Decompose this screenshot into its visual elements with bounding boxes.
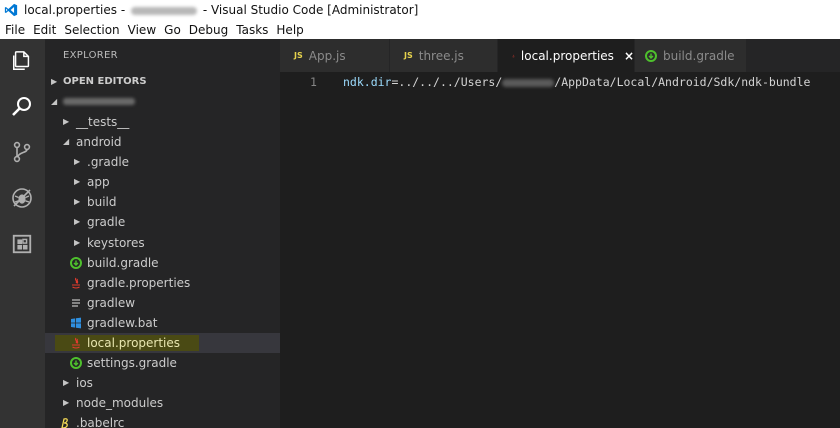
- line-number: 1: [310, 75, 317, 89]
- tree-item-label: keystores: [87, 235, 145, 250]
- tree-item-label: gradlew.bat: [87, 315, 158, 330]
- tree-folder-ios[interactable]: ▶ ios: [45, 373, 280, 393]
- tree-folder-android[interactable]: ◢ android: [45, 132, 280, 152]
- window-title-suffix: - Visual Studio Code [Administrator]: [202, 3, 419, 17]
- chevron-right-icon: ▶: [63, 398, 70, 408]
- chevron-right-icon: ▶: [74, 197, 81, 207]
- code-line[interactable]: 1 ndk.dir=../../../Users//AppData/Local/…: [280, 72, 840, 92]
- tree-item-label: android: [76, 135, 122, 150]
- menu-view[interactable]: View: [124, 23, 160, 37]
- explorer-icon[interactable]: [8, 47, 36, 75]
- tab-app-js[interactable]: JS App.js: [280, 39, 390, 72]
- menu-selection[interactable]: Selection: [60, 23, 123, 37]
- tab-local-properties[interactable]: local.properties ×: [498, 39, 635, 72]
- chevron-down-icon: ◢: [51, 97, 58, 106]
- tree-item-label: settings.gradle: [87, 356, 177, 371]
- menu-bar: File Edit Selection View Go Debug Tasks …: [0, 20, 840, 39]
- tree-item-label: __tests__: [76, 115, 130, 129]
- chevron-right-icon: ▶: [63, 378, 70, 388]
- menu-file[interactable]: File: [0, 23, 29, 37]
- activity-bar: [0, 39, 45, 428]
- tree-item-label: gradle.properties: [87, 275, 191, 290]
- js-file-icon: JS: [404, 51, 413, 60]
- menu-tasks[interactable]: Tasks: [232, 23, 272, 37]
- chevron-right-icon: ▶: [74, 237, 81, 247]
- editor-tabs: JS App.js JS three.js local.properties ×…: [280, 39, 840, 72]
- open-editors-label: OPEN EDITORS: [63, 76, 147, 87]
- js-file-icon: JS: [294, 51, 303, 60]
- gradle-icon: [70, 256, 82, 269]
- tab-label: three.js: [418, 48, 464, 63]
- java-properties-icon: [72, 337, 80, 349]
- extensions-icon[interactable]: [8, 230, 36, 258]
- tree-file-build-gradle[interactable]: build.gradle: [45, 253, 280, 273]
- tree-folder-keystores[interactable]: ▶ keystores: [45, 233, 280, 253]
- chevron-right-icon: ▶: [74, 157, 81, 167]
- tree-file-local-properties[interactable]: local.properties: [45, 333, 280, 354]
- open-editors-section[interactable]: ▶ OPEN EDITORS: [45, 72, 280, 92]
- tree-folder-dot-gradle[interactable]: ▶ .gradle: [45, 152, 280, 172]
- tree-file-settings-gradle[interactable]: settings.gradle: [45, 353, 280, 373]
- java-properties-icon: [72, 277, 80, 289]
- editor-area: JS App.js JS three.js local.properties ×…: [280, 39, 840, 428]
- redacted-username: [502, 78, 555, 87]
- redacted-workspace-name: [130, 6, 197, 15]
- tree-item-label: ios: [76, 376, 93, 391]
- chevron-right-icon: ▶: [74, 177, 81, 187]
- menu-help[interactable]: Help: [272, 23, 307, 37]
- tree-file-gradle-properties[interactable]: gradle.properties: [45, 273, 280, 293]
- chevron-right-icon: ▶: [51, 77, 58, 86]
- tree-item-label: local.properties: [87, 336, 181, 351]
- tree-file-gradlew[interactable]: gradlew: [45, 293, 280, 313]
- tree-item-label: build: [87, 195, 117, 210]
- tree-item-label: node_modules: [76, 396, 164, 411]
- babel-icon: [61, 418, 68, 428]
- debug-icon[interactable]: [8, 184, 36, 212]
- tab-three-js[interactable]: JS three.js: [390, 39, 498, 72]
- tree-item-label: .gradle: [87, 155, 130, 170]
- close-icon[interactable]: ×: [624, 49, 634, 63]
- tree-item-label: .babelrc: [76, 416, 125, 428]
- tree-folder-tests[interactable]: ▶ __tests__: [45, 112, 280, 132]
- tree-item-label: gradle: [87, 215, 126, 230]
- gradle-icon: [645, 49, 657, 62]
- workspace-section[interactable]: ◢: [45, 92, 280, 112]
- menu-go[interactable]: Go: [160, 23, 185, 37]
- tree-folder-gradle[interactable]: ▶ gradle: [45, 212, 280, 232]
- chevron-right-icon: ▶: [63, 117, 70, 126]
- window-title: local.properties - - Visual Studio Code …: [24, 3, 418, 17]
- vscode-logo-icon: [4, 3, 18, 17]
- property-value-end: /AppData/Local/Android/Sdk/ndk-bundle: [554, 75, 811, 89]
- tab-label: App.js: [308, 48, 346, 63]
- windows-icon: [71, 317, 81, 329]
- tree-item-label: build.gradle: [87, 255, 159, 270]
- text-lines-icon: [72, 299, 80, 307]
- property-key: ndk.dir: [343, 75, 392, 89]
- chevron-right-icon: ▶: [74, 217, 81, 227]
- menu-debug[interactable]: Debug: [185, 23, 232, 37]
- search-icon[interactable]: [8, 93, 36, 121]
- tree-file-gradlew-bat[interactable]: gradlew.bat: [45, 313, 280, 333]
- tab-label: local.properties: [520, 48, 614, 63]
- tab-build-gradle[interactable]: build.gradle: [635, 39, 747, 72]
- java-properties-icon: [512, 54, 515, 57]
- property-value-start: ../../../Users/: [398, 75, 503, 89]
- tree-item-label: gradlew: [87, 295, 136, 310]
- tree-folder-app[interactable]: ▶ app: [45, 172, 280, 192]
- tree-item-label: app: [87, 175, 110, 190]
- tree-file-babelrc[interactable]: .babelrc: [45, 413, 280, 428]
- explorer-sidebar: EXPLORER ▶ OPEN EDITORS ◢ ▶ __tests__ ◢ …: [45, 39, 280, 428]
- title-bar: local.properties - - Visual Studio Code …: [0, 0, 840, 20]
- line-text[interactable]: ndk.dir=../../../Users//AppData/Local/An…: [343, 72, 810, 92]
- tab-label: build.gradle: [663, 48, 735, 63]
- menu-edit[interactable]: Edit: [29, 23, 60, 37]
- tree-folder-node-modules[interactable]: ▶ node_modules: [45, 393, 280, 413]
- tree-folder-build[interactable]: ▶ build: [45, 192, 280, 212]
- window-title-prefix: local.properties -: [24, 3, 126, 17]
- redacted-project-name: [63, 97, 135, 105]
- chevron-down-icon: ◢: [63, 137, 70, 147]
- gradle-icon: [70, 357, 82, 370]
- source-control-icon[interactable]: [8, 138, 36, 166]
- sidebar-title: EXPLORER: [63, 50, 118, 61]
